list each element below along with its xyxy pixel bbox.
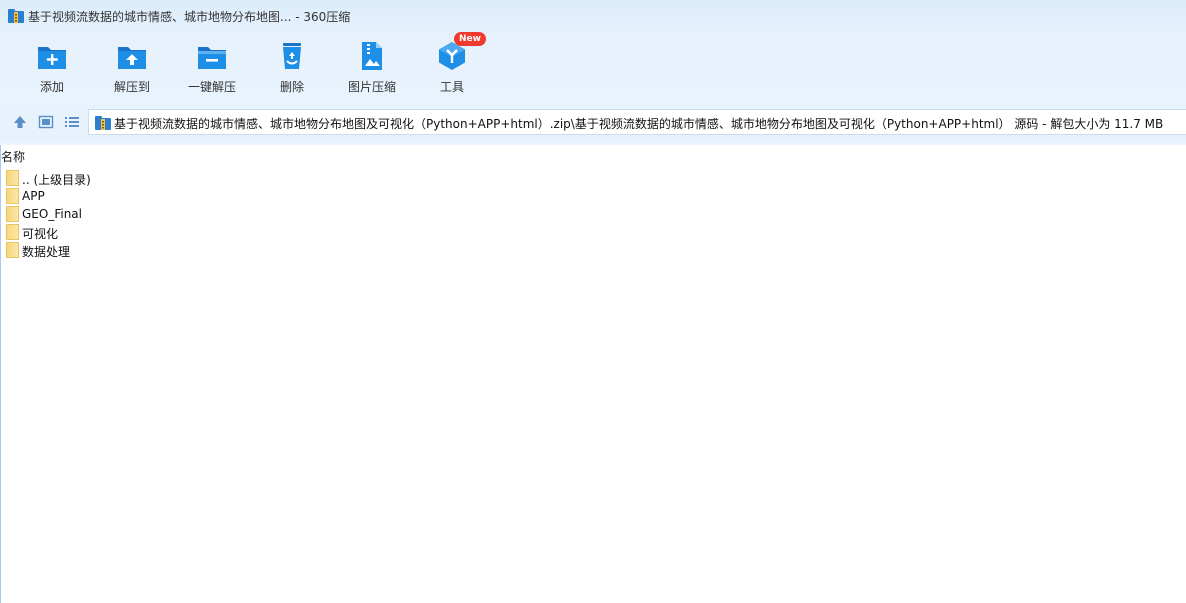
app-window: 基于视频流数据的城市情感、城市地物分布地图... - 360压缩 添加 解压到 …	[0, 0, 1186, 603]
add-button[interactable]: 添加	[12, 36, 92, 98]
archive-file-icon	[95, 116, 111, 130]
column-header-name[interactable]: 名称	[1, 148, 25, 165]
add-button-label: 添加	[39, 80, 64, 94]
folder-icon	[6, 206, 19, 222]
list-item-data-processing[interactable]: 数据处理	[4, 241, 404, 259]
folder-icon	[6, 188, 19, 204]
archive-path: 基于视频流数据的城市情感、城市地物分布地图及可视化（Python+APP+htm…	[114, 117, 1164, 131]
image-compress-button[interactable]: 图片压缩	[332, 36, 412, 98]
extract-to-button-label: 解压到	[113, 80, 150, 94]
list-item-app[interactable]: APP	[4, 187, 404, 205]
list-item-geo-final[interactable]: GEO_Final	[4, 205, 404, 223]
recycle-bin-icon	[283, 43, 301, 69]
folder-icon	[6, 224, 19, 240]
archive-app-icon	[8, 9, 24, 23]
list-item-visualization[interactable]: 可视化	[4, 223, 404, 241]
tools-button-label: 工具	[439, 80, 464, 94]
path-field[interactable]: 基于视频流数据的城市情感、城市地物分布地图及可视化（Python+APP+htm…	[88, 109, 1186, 135]
folder-icon	[6, 242, 19, 258]
file-name: GEO_Final	[22, 207, 82, 221]
file-name: 数据处理	[22, 245, 71, 259]
extract-to-folder-icon	[118, 47, 146, 69]
image-compress-button-label: 图片压缩	[347, 80, 396, 94]
thumbnail-view-icon[interactable]	[37, 113, 55, 131]
title-bar[interactable]: 基于视频流数据的城市情感、城市地物分布地图... - 360压缩	[0, 0, 1186, 32]
image-compress-icon	[362, 42, 382, 70]
file-name: 可视化	[22, 227, 59, 241]
one-click-extract-icon	[198, 47, 226, 69]
folder-icon	[6, 170, 19, 186]
window-chrome: 基于视频流数据的城市情感、城市地物分布地图... - 360压缩 添加 解压到 …	[0, 0, 1186, 145]
up-arrow-icon[interactable]	[11, 113, 29, 131]
list-item-parent-directory[interactable]: .. (上级目录)	[4, 169, 404, 187]
delete-button[interactable]: 删除	[252, 36, 332, 98]
file-name: .. (上级目录)	[22, 173, 91, 187]
new-badge: New	[454, 32, 486, 46]
one-click-extract-button[interactable]: 一键解压	[172, 36, 252, 98]
extract-to-button[interactable]: 解压到	[92, 36, 172, 98]
add-folder-icon	[38, 47, 66, 69]
window-title: 基于视频流数据的城市情感、城市地物分布地图... - 360压缩	[28, 10, 351, 24]
tools-button[interactable]: New 工具	[412, 32, 492, 98]
file-name: APP	[22, 189, 45, 203]
file-list: 名称 .. (上级目录) APP GEO_Final 可视化 数据处理	[0, 145, 1186, 603]
navigation-bar: 基于视频流数据的城市情感、城市地物分布地图及可视化（Python+APP+htm…	[0, 107, 1186, 137]
delete-button-label: 删除	[279, 80, 304, 94]
one-click-extract-button-label: 一键解压	[187, 80, 236, 94]
list-view-icon[interactable]	[63, 113, 81, 131]
